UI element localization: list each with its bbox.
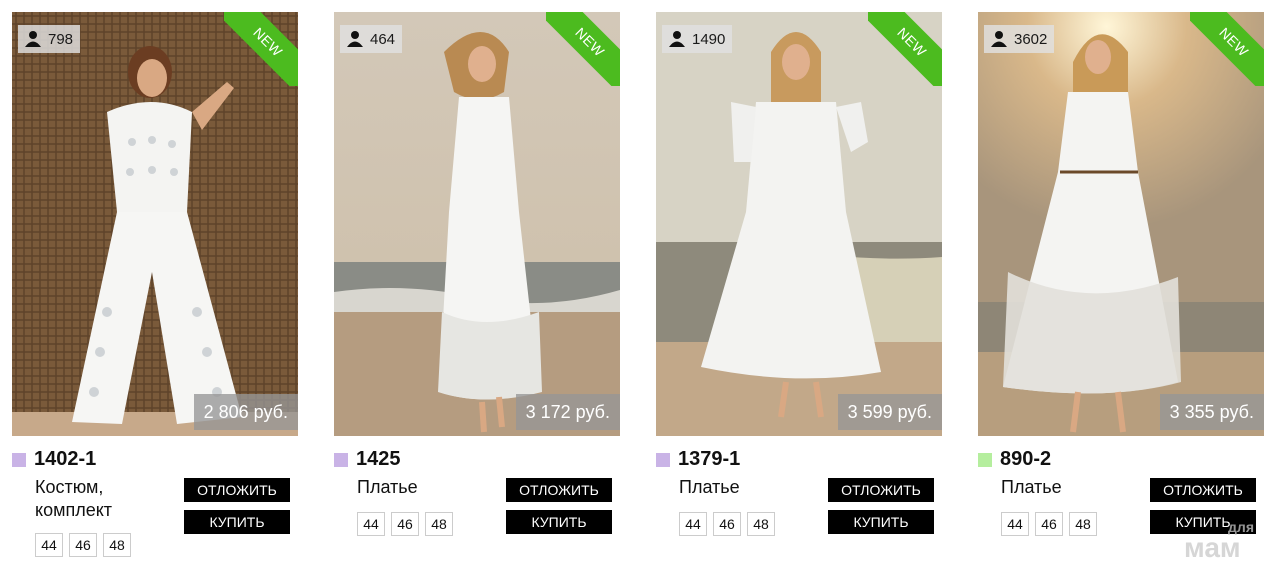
size-option-48[interactable]: 48 bbox=[747, 512, 775, 536]
product-name: Костюм, комплект bbox=[35, 477, 113, 520]
size-options: 44 46 48 bbox=[35, 533, 131, 557]
sku-code: 1425 bbox=[356, 448, 401, 470]
product-name: Платье bbox=[1001, 477, 1062, 497]
product-card: 1490 NEW 3 599 руб. 1379-1 Платье ОТЛОЖИ… bbox=[656, 12, 942, 572]
price-tag: 3 599 руб. bbox=[837, 394, 942, 430]
color-swatch bbox=[334, 452, 348, 467]
view-count: 464 bbox=[370, 30, 396, 48]
view-count-badge: 3602 bbox=[984, 25, 1055, 53]
user-icon bbox=[991, 31, 1007, 47]
view-count-badge: 798 bbox=[18, 25, 81, 53]
product-name: Платье bbox=[679, 477, 740, 497]
price-tag: 2 806 руб. bbox=[193, 394, 298, 430]
buy-button[interactable]: КУПИТЬ bbox=[184, 510, 290, 534]
buy-button[interactable]: КУПИТЬ bbox=[506, 510, 612, 534]
view-count-badge: 1490 bbox=[662, 25, 733, 53]
product-photo[interactable]: 798 NEW 2 806 руб. bbox=[12, 12, 298, 436]
size-option-46[interactable]: 46 bbox=[1035, 512, 1063, 536]
new-label: NEW bbox=[546, 12, 620, 86]
size-option-46[interactable]: 46 bbox=[713, 512, 741, 536]
size-option-44[interactable]: 44 bbox=[1001, 512, 1029, 536]
new-label: NEW bbox=[868, 12, 942, 86]
size-option-48[interactable]: 48 bbox=[1069, 512, 1097, 536]
view-count: 1490 bbox=[692, 30, 726, 48]
sku-code: 890-2 bbox=[1000, 448, 1052, 470]
size-options: 44 46 48 bbox=[679, 512, 775, 536]
watermark-main-text: мам bbox=[1184, 532, 1241, 563]
new-ribbon: NEW bbox=[1190, 12, 1264, 86]
reserve-button[interactable]: ОТЛОЖИТЬ bbox=[506, 478, 612, 502]
price-tag: 3 355 руб. bbox=[1159, 394, 1264, 430]
size-option-44[interactable]: 44 bbox=[679, 512, 707, 536]
size-option-48[interactable]: 48 bbox=[425, 512, 453, 536]
sku-row: 1425 bbox=[334, 448, 401, 471]
size-option-44[interactable]: 44 bbox=[35, 533, 63, 557]
sku-row: 890-2 bbox=[978, 448, 1051, 471]
sku-row: 1379-1 bbox=[656, 448, 740, 471]
product-card: 3602 NEW 3 355 руб. 890-2 Платье ОТЛОЖИТ… bbox=[978, 12, 1264, 572]
size-options: 44 46 48 bbox=[357, 512, 453, 536]
size-options: 44 46 48 bbox=[1001, 512, 1097, 536]
size-option-44[interactable]: 44 bbox=[357, 512, 385, 536]
size-option-46[interactable]: 46 bbox=[69, 533, 97, 557]
color-swatch bbox=[12, 452, 26, 467]
new-label: NEW bbox=[1190, 12, 1264, 86]
size-option-46[interactable]: 46 bbox=[391, 512, 419, 536]
product-name: Платье bbox=[357, 477, 418, 497]
product-photo[interactable]: 3602 NEW 3 355 руб. bbox=[978, 12, 1264, 436]
reserve-button[interactable]: ОТЛОЖИТЬ bbox=[828, 478, 934, 502]
sku-row: 1402-1 bbox=[12, 448, 96, 471]
view-count: 3602 bbox=[1014, 30, 1048, 48]
size-option-48[interactable]: 48 bbox=[103, 533, 131, 557]
view-count: 798 bbox=[48, 30, 74, 48]
new-ribbon: NEW bbox=[546, 12, 620, 86]
new-ribbon: NEW bbox=[224, 12, 298, 86]
color-swatch bbox=[978, 452, 992, 467]
reserve-button[interactable]: ОТЛОЖИТЬ bbox=[184, 478, 290, 502]
user-icon bbox=[669, 31, 685, 47]
price-tag: 3 172 руб. bbox=[515, 394, 620, 430]
buy-button[interactable]: КУПИТЬ bbox=[828, 510, 934, 534]
product-photo[interactable]: 1490 NEW 3 599 руб. bbox=[656, 12, 942, 436]
new-ribbon: NEW bbox=[868, 12, 942, 86]
site-watermark: для мам bbox=[1184, 520, 1254, 562]
sku-code: 1379-1 bbox=[678, 448, 741, 470]
product-photo[interactable]: 464 NEW 3 172 руб. bbox=[334, 12, 620, 436]
reserve-button[interactable]: ОТЛОЖИТЬ bbox=[1150, 478, 1256, 502]
color-swatch bbox=[656, 452, 670, 467]
user-icon bbox=[25, 31, 41, 47]
new-label: NEW bbox=[224, 12, 298, 86]
product-card: 464 NEW 3 172 руб. 1425 Платье ОТЛОЖИТЬ … bbox=[334, 12, 620, 572]
user-icon bbox=[347, 31, 363, 47]
sku-code: 1402-1 bbox=[34, 448, 97, 470]
product-card: 798 NEW 2 806 руб. 1402-1 Костюм, компле… bbox=[12, 12, 298, 572]
view-count-badge: 464 bbox=[340, 25, 403, 53]
